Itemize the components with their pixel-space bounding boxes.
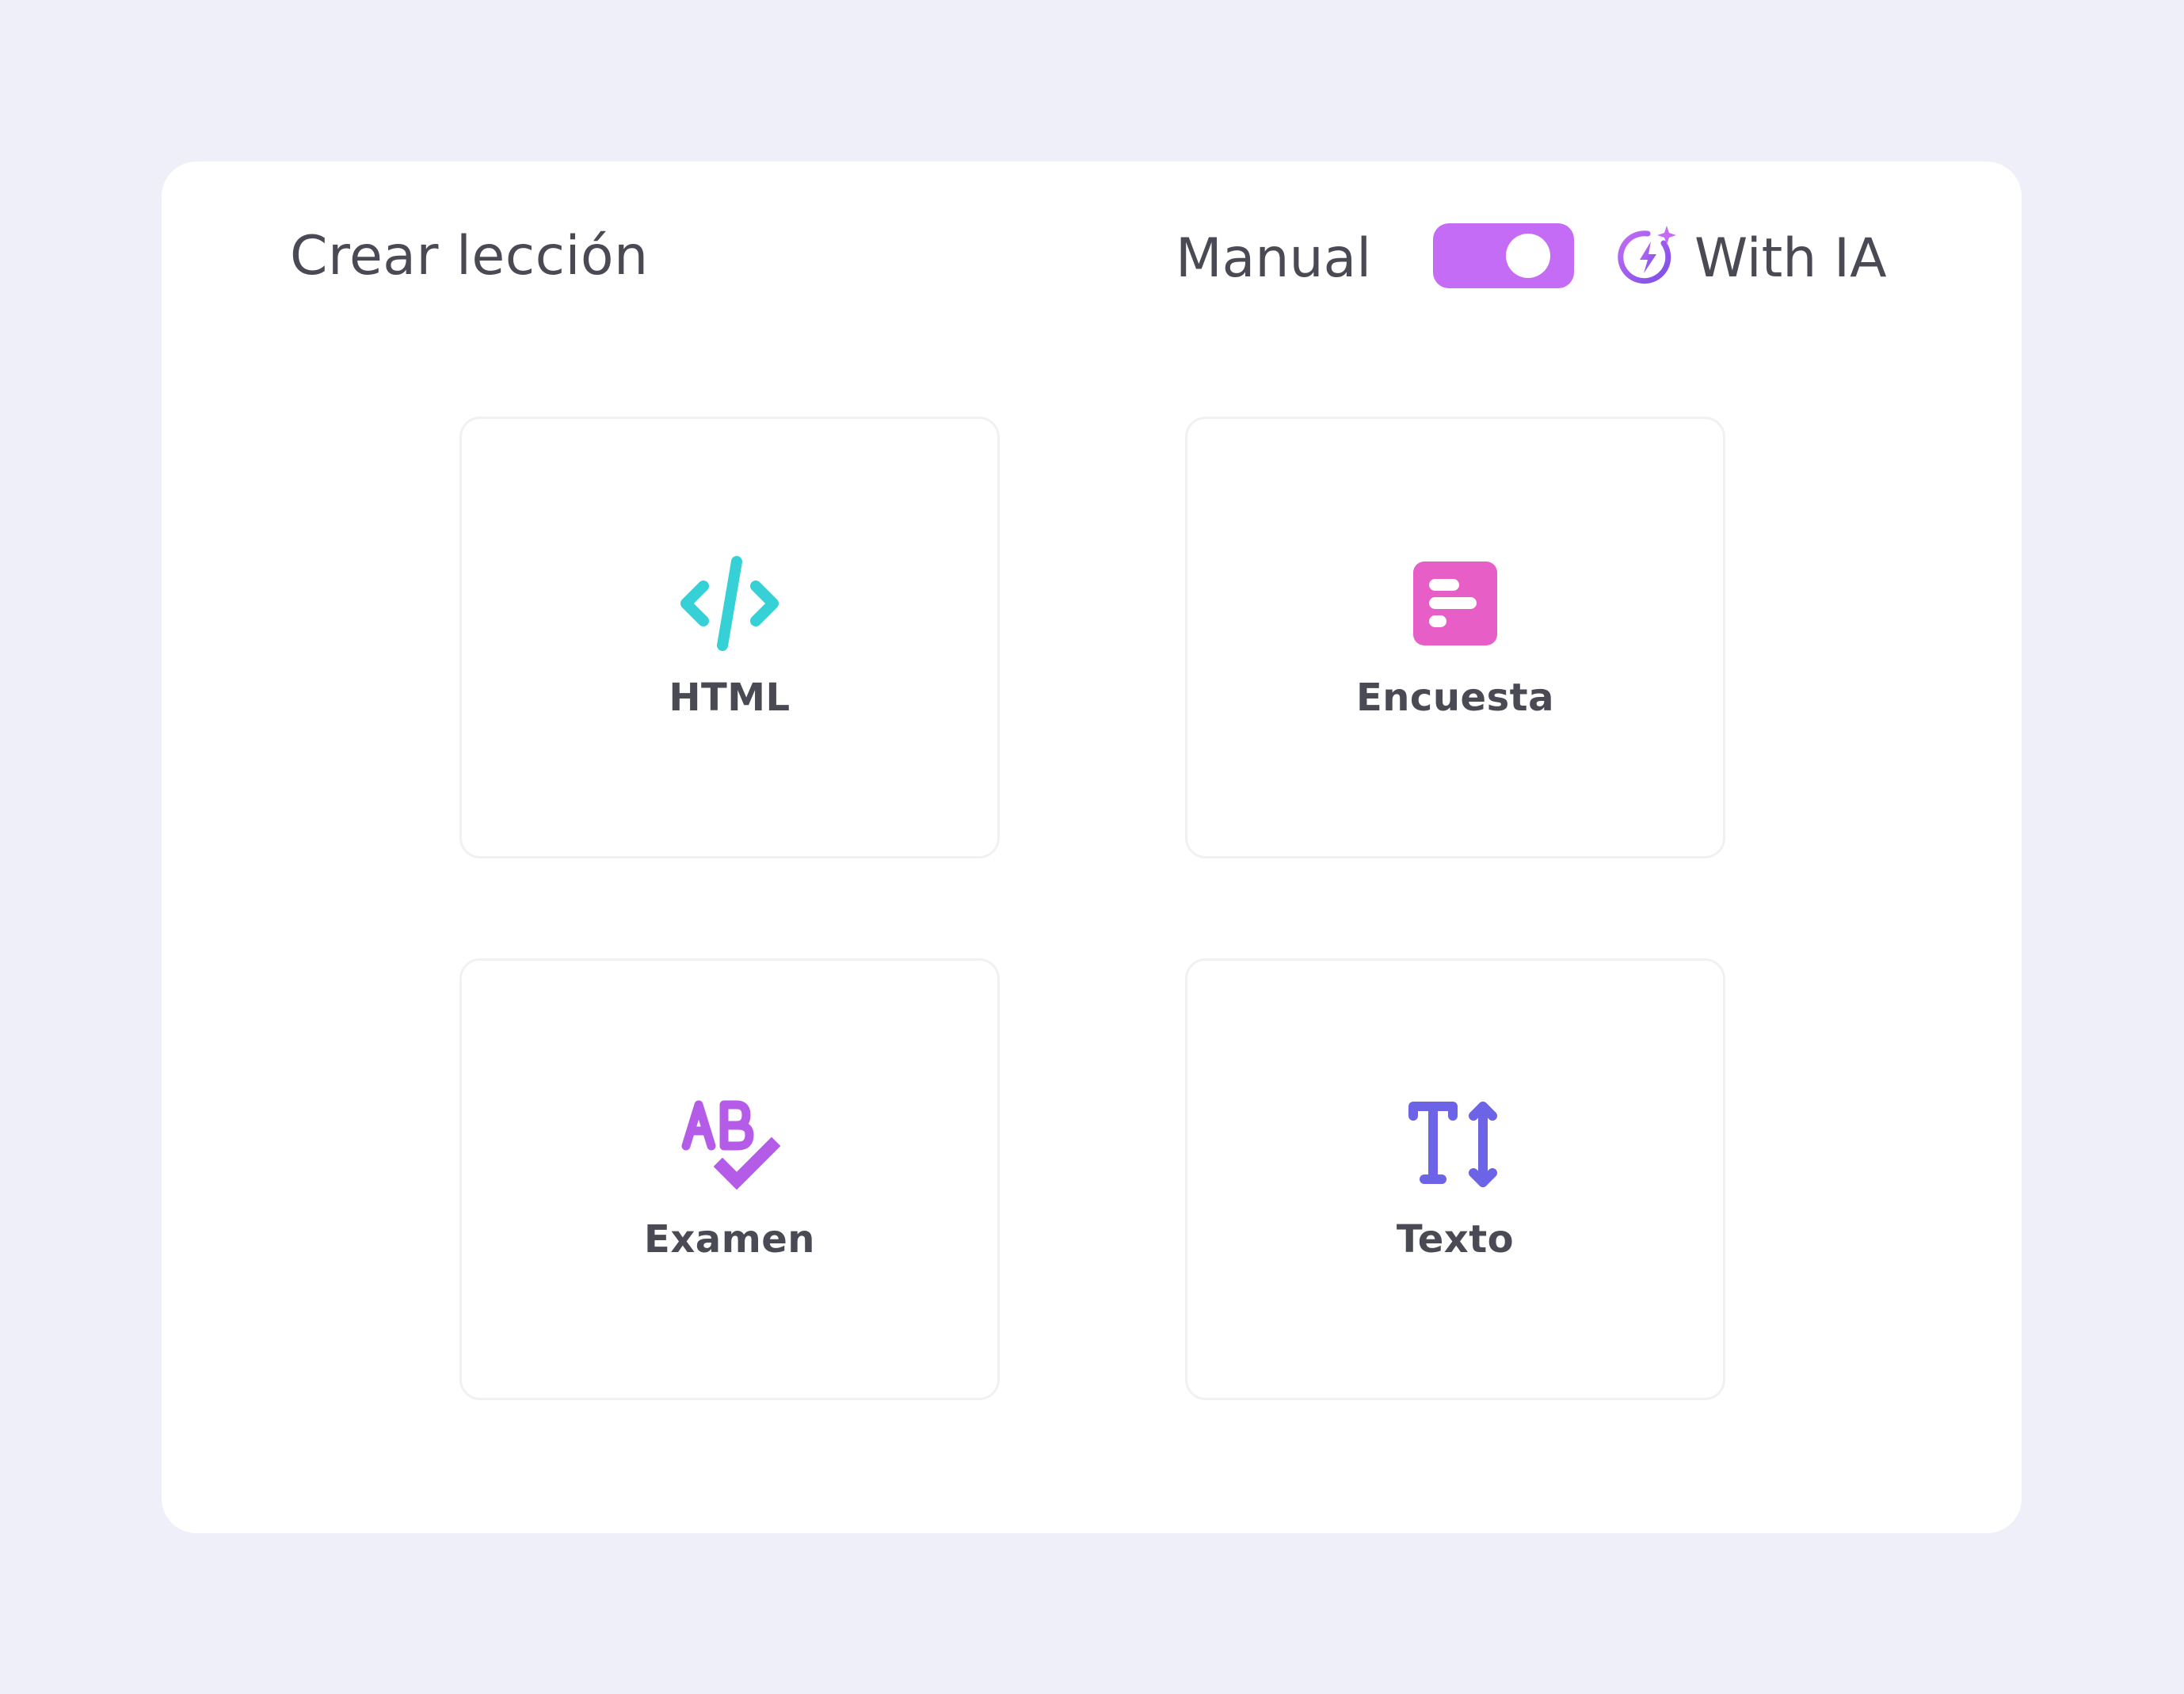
lesson-type-card-exam[interactable]: Examen <box>459 958 1000 1400</box>
create-lesson-panel: Crear lección Manual With IA HTML Encues… <box>162 162 2022 1533</box>
lesson-type-card-html[interactable]: HTML <box>459 417 1000 858</box>
lesson-type-label: Texto <box>1396 1217 1515 1262</box>
page-title: Crear lección <box>290 225 649 287</box>
lesson-type-card-survey[interactable]: Encuesta <box>1185 417 1725 858</box>
toggle-knob <box>1506 234 1550 278</box>
code-icon <box>678 552 781 655</box>
mode-ai-label[interactable]: With IA <box>1694 223 1887 295</box>
lesson-type-label: Examen <box>644 1217 815 1262</box>
text-size-icon <box>1404 1094 1507 1197</box>
lesson-type-label: HTML <box>669 676 791 720</box>
ab-check-icon <box>678 1094 781 1197</box>
lesson-type-card-text[interactable]: Texto <box>1185 958 1725 1400</box>
mode-toggle[interactable] <box>1433 223 1574 288</box>
survey-icon <box>1404 552 1507 655</box>
lesson-type-label: Encuesta <box>1355 676 1555 720</box>
ai-lightning-sparkle-icon <box>1616 224 1681 289</box>
mode-manual-label[interactable]: Manual <box>1176 223 1371 295</box>
